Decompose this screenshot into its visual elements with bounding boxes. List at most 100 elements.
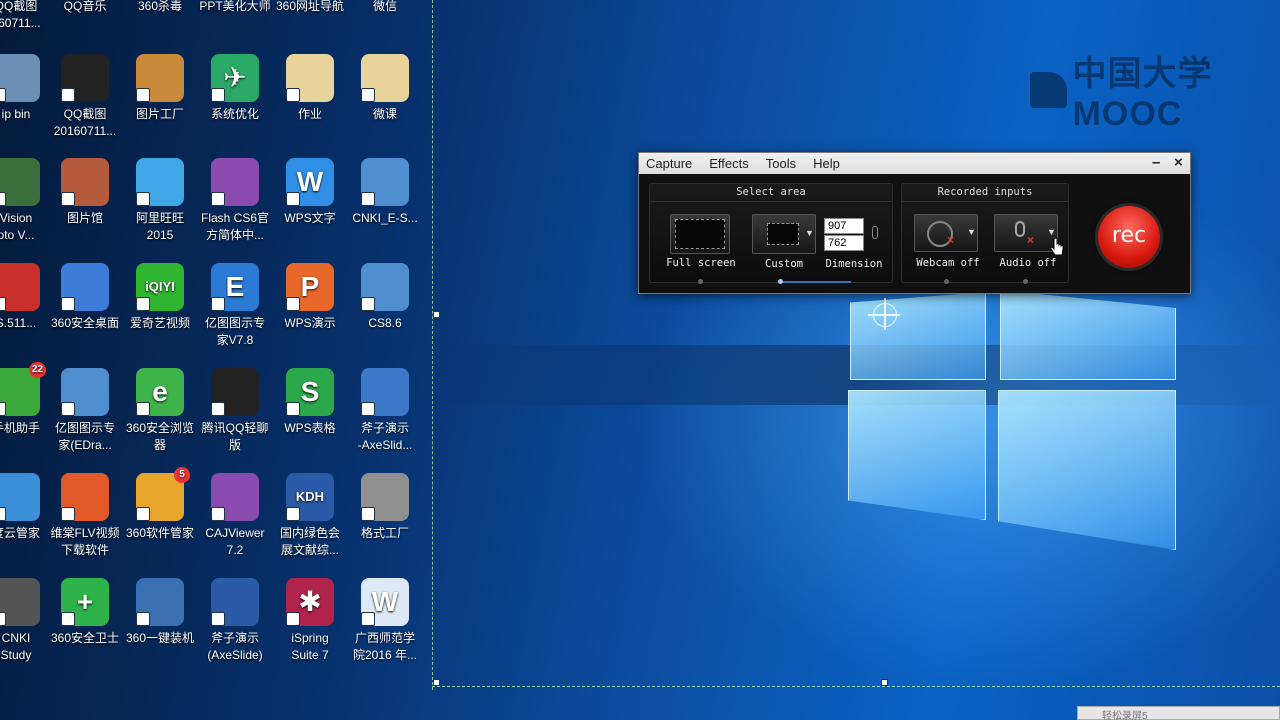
desktop-icon[interactable]: ✱ iSpring Suite 7 xyxy=(272,578,348,664)
desktop-icon[interactable]: 360杀毒 xyxy=(122,0,198,15)
desktop-icon-label: 爱奇艺视频 xyxy=(129,316,190,330)
desktop-icon[interactable]: 维棠FLV视频 下载软件 xyxy=(47,473,123,559)
desktop-icon[interactable]: 360安全桌面 xyxy=(47,263,123,332)
desktop-icon[interactable]: 度云管家 xyxy=(0,473,54,542)
desktop-icon[interactable]: QQ截图 20160711... xyxy=(47,54,123,140)
desktop-icon-label: 微信 xyxy=(372,0,397,13)
desktop-icon-label: 阿里旺旺 2015 xyxy=(135,211,184,242)
desktop-icon[interactable]: 360一键装机 xyxy=(122,578,198,647)
slider-knob[interactable] xyxy=(778,279,783,284)
full-screen-label: Full screen xyxy=(666,257,736,269)
desktop-icon-label: iSpring Suite 7 xyxy=(291,631,329,662)
taskbar-tooltip[interactable]: 轻松录屏5 xyxy=(1077,706,1280,720)
desktop-icon[interactable]: QQ截图 160711... xyxy=(0,0,54,32)
app-icon xyxy=(61,263,109,311)
resize-handle[interactable] xyxy=(433,311,440,318)
desktop-icon[interactable]: 格式工厂 xyxy=(347,473,423,542)
select-area-title: Select area xyxy=(650,186,892,202)
desktop-icon[interactable]: 图片工厂 xyxy=(122,54,198,123)
custom-area-button[interactable]: ▼ xyxy=(752,214,816,254)
area-slider[interactable] xyxy=(779,281,851,283)
desktop-icon[interactable]: 腾讯QQ轻聊 版 xyxy=(197,368,273,454)
app-icon: P xyxy=(286,263,334,311)
chevron-down-icon[interactable]: ▼ xyxy=(967,227,976,237)
app-icon: iQIYI xyxy=(136,263,184,311)
app-icon xyxy=(211,158,259,206)
desktop-icon[interactable]: CAJViewer 7.2 xyxy=(197,473,273,559)
desktop-icon[interactable]: CNKI Study xyxy=(0,578,54,664)
desktop-icon-label: 系统优化 xyxy=(210,107,259,121)
desktop-icon[interactable]: 5 360软件管家 xyxy=(122,467,198,542)
minimize-button[interactable]: – xyxy=(1152,154,1160,171)
desktop-icon[interactable]: KDH 国内绿色会 展文献综... xyxy=(272,473,348,559)
desktop-icon[interactable]: 微课 xyxy=(347,54,423,123)
menu-effects[interactable]: Effects xyxy=(709,156,749,171)
height-input[interactable] xyxy=(824,235,864,251)
desktop-icon-label: 度云管家 xyxy=(0,526,40,540)
desktop-icon-label: 斧子演示 -AxeSlid... xyxy=(357,421,413,452)
desktop-icon-label: S.511... xyxy=(0,316,37,330)
desktop-icon-label: QQ截图 20160711... xyxy=(53,107,117,138)
desktop-icon[interactable]: 作业 xyxy=(272,54,348,123)
desktop-icon[interactable]: CS8.6 xyxy=(347,263,423,332)
app-icon xyxy=(61,368,109,416)
desktop-icon[interactable]: ip bin xyxy=(0,54,54,123)
desktop-icon[interactable]: W WPS文字 xyxy=(272,158,348,227)
menu-help[interactable]: Help xyxy=(813,156,840,171)
app-icon xyxy=(361,263,409,311)
mooc-logo-icon xyxy=(1030,72,1067,108)
desktop-icon[interactable]: W 广西师范学 院2016 年... xyxy=(347,578,423,664)
desktop-icon-label: QQ音乐 xyxy=(63,0,107,13)
webcam-button[interactable]: × ▼ xyxy=(914,214,978,252)
width-input[interactable] xyxy=(824,218,864,234)
resize-handle[interactable] xyxy=(433,679,440,686)
menu-capture[interactable]: Capture xyxy=(646,156,692,171)
indicator-dot xyxy=(944,279,949,284)
chevron-down-icon[interactable]: ▼ xyxy=(1047,227,1056,237)
desktop-icon-label: CS8.6 xyxy=(368,316,402,330)
resize-handle[interactable] xyxy=(881,679,888,686)
desktop-icon[interactable]: Vision oto V... xyxy=(0,158,54,244)
desktop-icon[interactable]: 阿里旺旺 2015 xyxy=(122,158,198,244)
desktop-icon[interactable]: 斧子演示 (AxeSlide) xyxy=(197,578,273,664)
aspect-lock-icon[interactable] xyxy=(872,226,878,239)
desktop-icon[interactable]: P WPS演示 xyxy=(272,263,348,332)
desktop-icon[interactable]: iQIYI 爱奇艺视频 xyxy=(122,263,198,332)
desktop-icon[interactable]: S.511... xyxy=(0,263,54,332)
desktop-icon[interactable]: QQ音乐 xyxy=(47,0,123,15)
screen-recorder-window: Capture Effects Tools Help – × Select ar… xyxy=(638,152,1191,294)
menu-tools[interactable]: Tools xyxy=(766,156,796,171)
desktop-icon[interactable]: 360网址导航 xyxy=(272,0,348,15)
desktop-icon[interactable]: 微信 xyxy=(347,0,423,15)
desktop-icon[interactable]: S WPS表格 xyxy=(272,368,348,437)
app-icon xyxy=(0,54,40,102)
desktop-icon[interactable]: ✈ 系统优化 xyxy=(197,54,273,123)
windows-logo-pane xyxy=(850,292,986,380)
desktop-icon[interactable]: 22 手机助手 xyxy=(0,362,54,437)
desktop-icon[interactable]: 斧子演示 -AxeSlid... xyxy=(347,368,423,454)
close-button[interactable]: × xyxy=(1174,154,1183,171)
recorded-inputs-title: Recorded inputs xyxy=(902,186,1068,202)
desktop-icon[interactable]: e 360安全浏览 器 xyxy=(122,368,198,454)
desktop-icon[interactable]: Flash CS6官 方简体中... xyxy=(197,158,273,244)
desktop-icon[interactable]: +360安全卫士 xyxy=(47,578,123,647)
microphone-icon xyxy=(1015,221,1025,237)
move-crosshair-icon[interactable] xyxy=(868,298,900,330)
desktop-icon-label: 作业 xyxy=(297,107,322,121)
desktop-icon[interactable]: E 亿图图示专 家V7.8 xyxy=(197,263,273,349)
disabled-x-icon: × xyxy=(947,233,955,247)
desktop-icon[interactable]: CNKI_E-S... xyxy=(347,158,423,227)
chevron-down-icon[interactable]: ▼ xyxy=(805,228,814,238)
desktop-icon-label: 亿图图示专 家V7.8 xyxy=(204,316,265,347)
desktop-icon-label: 广西师范学 院2016 年... xyxy=(352,631,418,662)
audio-button[interactable]: × ▼ xyxy=(994,214,1058,252)
desktop-icon[interactable]: 亿图图示专 家(EDra... xyxy=(47,368,123,454)
desktop-icon-label: Vision oto V... xyxy=(0,211,35,242)
app-icon: 22 xyxy=(0,362,46,416)
notification-badge: 22 xyxy=(28,362,46,378)
desktop-icon[interactable]: PPT美化大师 xyxy=(197,0,273,15)
full-screen-icon xyxy=(675,219,725,249)
record-button[interactable]: rec xyxy=(1098,206,1160,268)
full-screen-button[interactable] xyxy=(670,214,730,254)
desktop-icon[interactable]: 图片馆 xyxy=(47,158,123,227)
